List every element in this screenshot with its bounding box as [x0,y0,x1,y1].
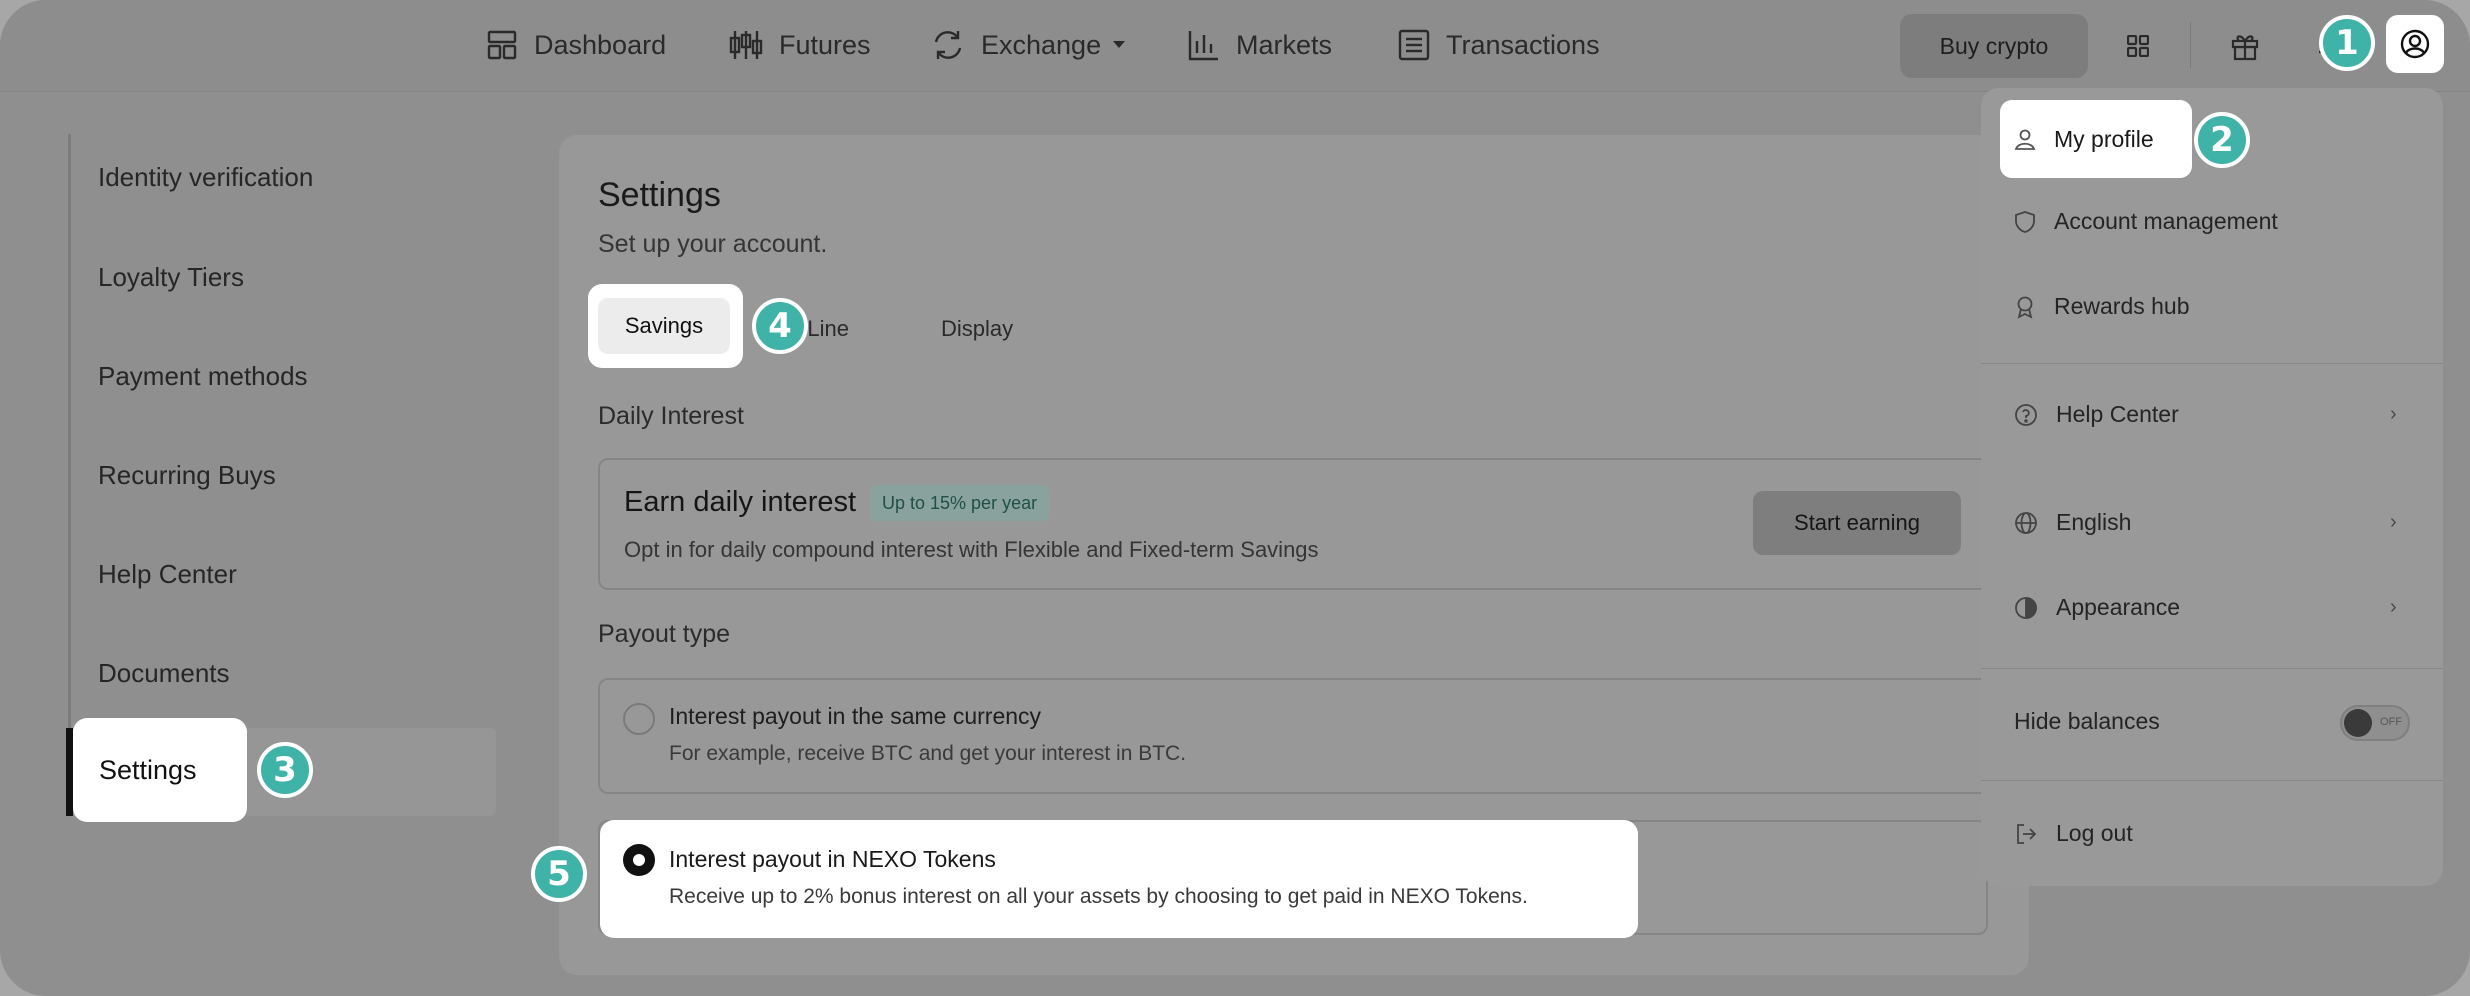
step-marker-2: 2 [2194,112,2250,168]
step-marker-1: 1 [2319,15,2375,71]
payout-type-heading: Payout type [598,620,731,648]
sidebar-item-documents[interactable]: Documents [98,658,230,689]
candlestick-icon [729,31,763,59]
menu-item-label: Log out [2056,820,2133,846]
menu-item-help-center[interactable]: Help Center [2014,401,2179,428]
hide-balances-toggle[interactable]: OFF [2340,705,2410,741]
menu-item-account-management[interactable]: Account management [2014,208,2278,235]
radio-nexo-tokens[interactable] [623,844,655,876]
chevron-right-icon: › [2390,511,2397,533]
interest-rate-badge: Up to 15% per year [870,485,1050,521]
nav-divider [2190,22,2191,68]
payout-same-currency-title: Interest payout in the same currency [669,703,1042,729]
list-icon [1398,29,1430,61]
menu-item-my-profile[interactable]: My profile [2000,100,2192,178]
earn-description: Opt in for daily compound interest with … [624,537,1319,562]
award-icon [2017,296,2033,319]
menu-divider [1981,668,2443,669]
menu-item-label: English [2056,509,2132,535]
page-title: Settings [598,176,721,214]
shield-icon [2015,210,2035,233]
nav-futures[interactable]: Futures [729,22,871,68]
menu-item-log-out[interactable]: Log out [2014,820,2133,847]
sidebar-item-payment-methods[interactable]: Payment methods [98,361,308,392]
globe-icon [2015,511,2037,534]
caret-down-icon [1113,41,1126,48]
sidebar-item-recurring-buys[interactable]: Recurring Buys [98,460,276,491]
page-subtitle: Set up your account. [598,230,828,258]
nav-exchange-label: Exchange [981,29,1102,60]
step-marker-3: 3 [257,742,313,798]
gift-icon[interactable] [2223,24,2267,68]
nav-dashboard-label: Dashboard [534,29,667,60]
user-circle-icon [2400,29,2430,59]
payout-option-nexo-tokens[interactable] [600,820,1638,938]
bar-chart-icon [1188,31,1218,61]
toggle-state-label: OFF [2380,716,2402,728]
dashboard-icon [487,30,517,60]
menu-item-label: Help Center [2056,401,2179,427]
payout-same-currency-description: For example, receive BTC and get your in… [669,742,1187,765]
chevron-right-icon: › [2390,596,2397,618]
sidebar-rail [68,134,71,814]
menu-divider [1981,363,2443,364]
nav-futures-label: Futures [779,29,871,60]
nav-markets[interactable]: Markets [1188,22,1332,68]
menu-item-label: Appearance [2056,594,2181,620]
sidebar-item-help-center[interactable]: Help Center [98,559,237,590]
nav-transactions[interactable]: Transactions [1398,22,1600,68]
contrast-icon [2015,596,2037,619]
payout-option-same-currency[interactable] [598,678,1998,794]
help-circle-icon [2015,403,2037,426]
buy-crypto-button[interactable]: Buy crypto [1900,14,2088,78]
menu-divider [1981,780,2443,781]
earn-title: Earn daily interest [624,486,857,518]
sidebar-item-settings[interactable]: Settings [73,718,247,822]
app-frame: Dashboard Futures Exchange Markets Trans… [0,0,2470,996]
menu-item-label: Account management [2054,208,2278,234]
nav-dashboard[interactable]: Dashboard [486,22,666,68]
toggle-knob [2344,709,2372,737]
apps-grid-icon[interactable] [2116,24,2160,68]
user-icon [2014,129,2036,150]
sidebar-item-loyalty-tiers[interactable]: Loyalty Tiers [98,262,244,293]
payout-nexo-title: Interest payout in NEXO Tokens [669,846,996,872]
chevron-right-icon: › [2390,403,2397,425]
nav-transactions-label: Transactions [1446,29,1600,60]
menu-item-language[interactable]: English [2014,509,2131,536]
menu-item-label: My profile [2054,125,2154,152]
step-marker-5: 5 [531,846,587,902]
menu-item-hide-balances-label: Hide balances [2014,708,2160,734]
payout-nexo-description: Receive up to 2% bonus interest on all y… [669,885,1528,908]
nav-exchange[interactable]: Exchange [931,22,1126,68]
sidebar-active-indicator [66,728,73,816]
daily-interest-heading: Daily Interest [598,402,744,430]
profile-menu-button[interactable] [2386,15,2444,73]
step-marker-4: 4 [752,298,808,354]
menu-item-appearance[interactable]: Appearance [2014,594,2180,621]
tab-savings[interactable]: Savings [598,298,730,354]
start-earning-button[interactable]: Start earning [1753,491,1961,555]
tab-display[interactable]: Display [941,316,1013,342]
menu-item-rewards-hub[interactable]: Rewards hub [2014,293,2190,320]
logout-icon [2017,823,2037,844]
radio-same-currency[interactable] [623,703,655,735]
exchange-icon [934,31,962,59]
menu-item-label: Rewards hub [2054,293,2190,319]
nav-markets-label: Markets [1236,29,1333,60]
sidebar-item-identity-verification[interactable]: Identity verification [98,162,313,193]
